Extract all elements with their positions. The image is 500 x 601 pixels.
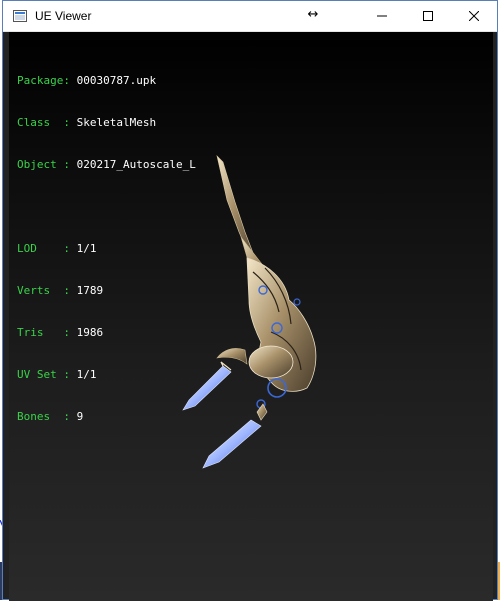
minimize-icon [377,15,387,17]
3d-viewport[interactable]: Package: 00030787.upk Class : SkeletalMe… [9,32,493,601]
close-icon [469,11,479,21]
minimize-button[interactable] [359,1,405,31]
ue-viewer-window: UE Viewer ↔ Package: 00030787.upk Class … [2,0,498,601]
title-bar[interactable]: UE Viewer ↔ [3,1,497,32]
window-title: UE Viewer [35,9,92,23]
resize-arrows-icon: ↔ [307,7,319,22]
maximize-icon [423,11,433,21]
close-button[interactable] [451,1,497,31]
skeletal-mesh-render [182,155,317,469]
ue-viewer-app-icon [13,9,27,23]
maximize-button[interactable] [405,1,451,31]
